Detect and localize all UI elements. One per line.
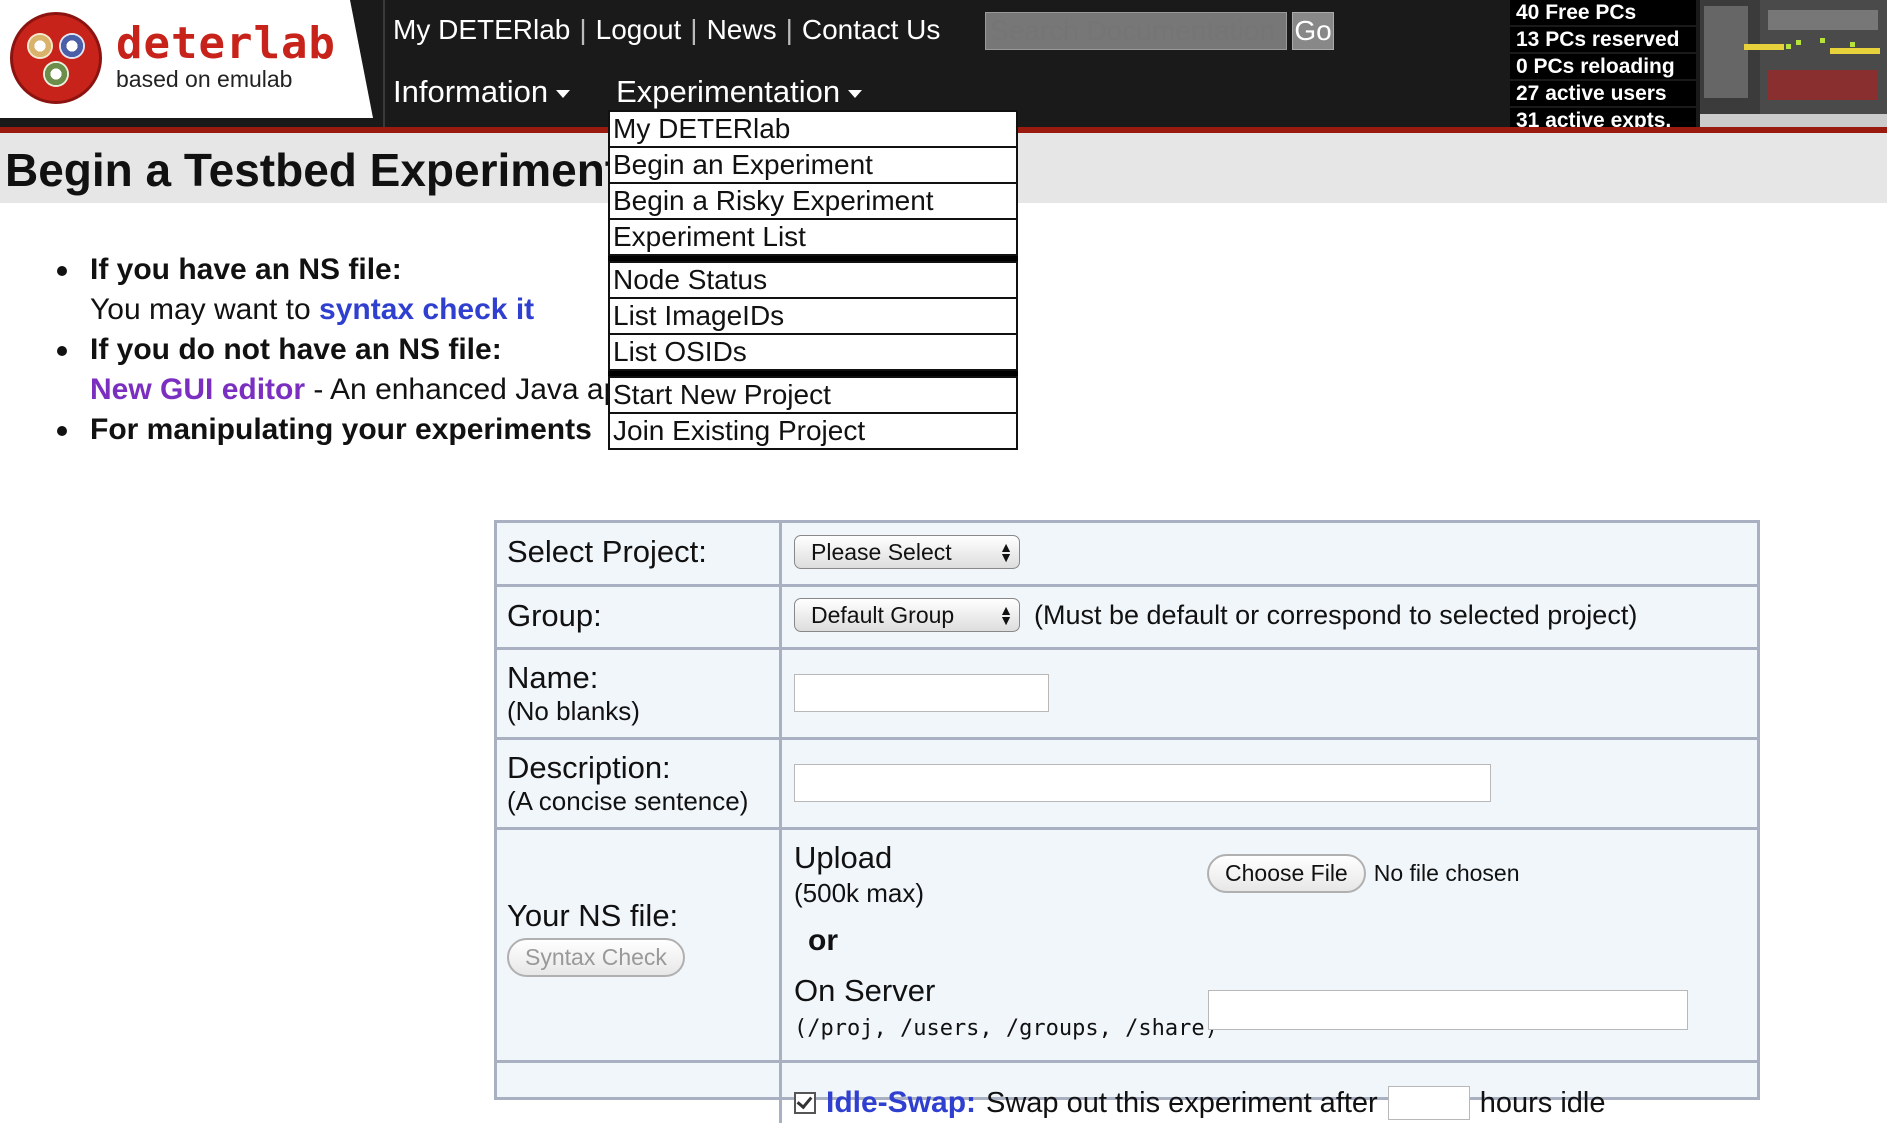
on-server-label: On Server (794, 973, 936, 1008)
idle-swap-text: Swap out this experiment after (986, 1086, 1378, 1119)
updown-arrows-icon: ▲ ▼ (999, 602, 1013, 628)
menu-information[interactable]: Information (393, 74, 571, 110)
page-title: Begin a Testbed Experiment (5, 144, 621, 196)
nav-separator: | (690, 14, 698, 45)
menu-item-join-existing-project[interactable]: Join Existing Project (608, 412, 1018, 450)
name-hint: (No blanks) (507, 696, 640, 726)
upload-label: Upload (794, 840, 893, 875)
description-input[interactable] (794, 764, 1491, 802)
menu-item-start-new-project[interactable]: Start New Project (608, 376, 1018, 414)
nav-separator: | (579, 14, 587, 45)
menu-item-list-osids[interactable]: List OSIDs (608, 333, 1018, 371)
syntax-check-button[interactable]: Syntax Check (507, 938, 685, 977)
idle-swap-suffix: hours idle (1479, 1086, 1606, 1119)
idle-swap-link[interactable]: Idle-Swap: (826, 1086, 976, 1120)
idle-hours-input[interactable] (1387, 1086, 1470, 1120)
menu-experimentation[interactable]: Experimentation (616, 74, 863, 110)
server-path-input[interactable] (1208, 990, 1688, 1030)
top-nav: My DETERlab | Logout | News | Contact Us (393, 10, 940, 50)
name-label-cell: Name: (No blanks) (497, 650, 782, 737)
no-file-chosen-text: No file chosen (1373, 860, 1520, 886)
ns-file-cell: Upload (500k max) Choose File No file ch… (782, 830, 1757, 1060)
group-cell: Default Group ▲ ▼ (Must be default or cor… (782, 587, 1757, 658)
name-label: Name: (507, 660, 599, 695)
caret-down-icon (556, 90, 571, 98)
stat-pcs-reserved[interactable]: 13 PCs reserved (1510, 27, 1696, 52)
testbed-stats: 40 Free PCs 13 PCs reserved 0 PCs reload… (1510, 0, 1696, 135)
group-select[interactable]: Default Group ▲ ▼ (794, 598, 1020, 632)
choose-file-button[interactable]: Choose File (1207, 854, 1366, 893)
menu-item-experiment-list[interactable]: Experiment List (608, 218, 1018, 256)
menu-item-list-imageids[interactable]: List ImageIDs (608, 297, 1018, 335)
site-header: deterlab based on emulab My DETERlab | L… (0, 0, 1887, 133)
nav-link-contact-us[interactable]: Contact Us (802, 14, 941, 46)
experimentation-dropdown: My DETERlab Begin an Experiment Begin a … (608, 110, 1018, 450)
server-rack-photo (1700, 0, 1887, 127)
nav-link-my-deterlab[interactable]: My DETERlab (393, 14, 570, 46)
upload-hint: (500k max) (794, 878, 925, 908)
syntax-check-link[interactable]: syntax check it (319, 293, 534, 326)
row-idle-swap: Idle-Swap: Swap out this experiment afte… (497, 1063, 1757, 1123)
on-server-hint: (/proj, /users, /groups, /share) (794, 1016, 1218, 1041)
new-gui-editor-link[interactable]: New GUI editor (90, 373, 305, 406)
nav-link-logout[interactable]: Logout (596, 14, 682, 46)
row-select-project: Select Project: Please Select ▲ ▼ (497, 523, 1757, 587)
description-cell (782, 740, 1757, 827)
logo-emblem-icon (10, 12, 102, 104)
menu-item-begin-experiment[interactable]: Begin an Experiment (608, 146, 1018, 184)
idle-swap-checkbox[interactable] (794, 1092, 816, 1114)
nav-separator: | (785, 14, 793, 45)
ns-file-label-cell: Your NS file: Syntax Check (497, 830, 782, 1060)
nav-link-news[interactable]: News (707, 14, 777, 46)
menu-experimentation-label: Experimentation (616, 74, 841, 109)
brand-tagline: based on emulab (116, 66, 293, 92)
row-group: Group: Default Group ▲ ▼ (Must be default… (497, 587, 1757, 650)
ns-file-label: Your NS file: (507, 898, 679, 933)
description-hint: (A concise sentence) (507, 786, 749, 816)
search-go-button[interactable]: Go (1292, 12, 1334, 50)
idle-swap-cell: Idle-Swap: Swap out this experiment afte… (782, 1063, 1757, 1133)
name-input[interactable] (794, 674, 1049, 712)
menu-item-begin-risky-experiment[interactable]: Begin a Risky Experiment (608, 182, 1018, 220)
select-project-label: Select Project: (497, 523, 782, 584)
updown-arrows-icon: ▲ ▼ (999, 539, 1013, 565)
project-select[interactable]: Please Select ▲ ▼ (794, 535, 1020, 569)
stat-free-pcs[interactable]: 40 Free PCs (1510, 0, 1696, 25)
search-documentation-input[interactable] (985, 12, 1287, 50)
idle-swap-label-cell (497, 1063, 782, 1123)
menu-information-label: Information (393, 74, 549, 109)
stat-active-users[interactable]: 27 active users (1510, 81, 1696, 106)
logo[interactable]: deterlab based on emulab (0, 0, 373, 118)
or-text: or (808, 924, 838, 957)
group-note: (Must be default or correspond to select… (1034, 600, 1638, 630)
row-name: Name: (No blanks) (497, 650, 1757, 740)
description-label: Description: (507, 750, 671, 785)
project-select-value: Please Select (811, 538, 952, 565)
row-ns-file: Your NS file: Syntax Check Upload (500k … (497, 830, 1757, 1063)
caret-down-icon (848, 90, 863, 98)
header-divider (383, 0, 385, 128)
row-description: Description: (A concise sentence) (497, 740, 1757, 830)
description-label-cell: Description: (A concise sentence) (497, 740, 782, 827)
name-cell (782, 650, 1757, 737)
group-label: Group: (497, 587, 782, 647)
group-select-value: Default Group (811, 601, 955, 628)
stat-pcs-reloading[interactable]: 0 PCs reloading (1510, 54, 1696, 79)
menu-item-my-deterlab[interactable]: My DETERlab (608, 110, 1018, 148)
experiment-form: Select Project: Please Select ▲ ▼ Group: … (494, 520, 1760, 1123)
brand-name: deterlab (116, 18, 336, 69)
select-project-cell: Please Select ▲ ▼ (782, 523, 1757, 596)
menu-item-node-status[interactable]: Node Status (608, 261, 1018, 299)
syntax-check-prefix: You may want to (90, 293, 320, 326)
main-menu-bar: Information Experimentation (393, 74, 908, 110)
file-picker: Choose File No file chosen (1207, 854, 1519, 893)
